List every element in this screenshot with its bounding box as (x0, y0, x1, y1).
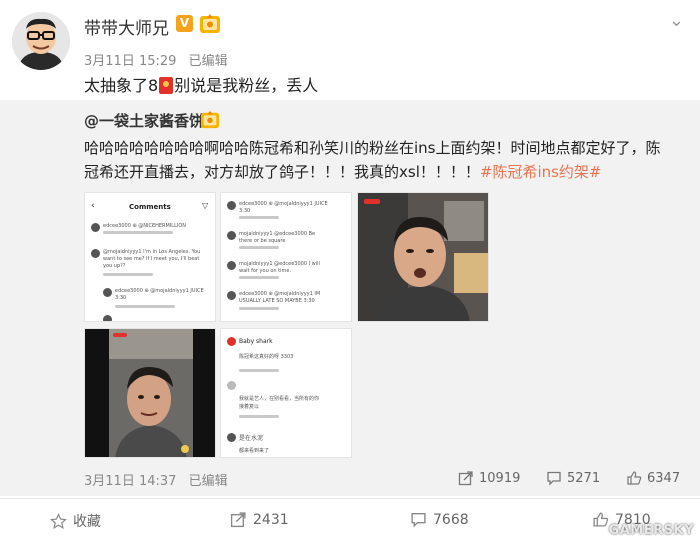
repost-edited: 已编辑 (188, 474, 228, 489)
like-count-button[interactable]: 6347 (626, 470, 680, 486)
repost-count-button[interactable]: 10919 (458, 470, 520, 486)
post-text-part2: 别说是我粉丝，丢人 (174, 76, 319, 95)
post-meta: 3月11日 15:29 已编辑 (84, 50, 236, 69)
comment-icon (547, 471, 561, 486)
like-count: 6347 (647, 470, 681, 486)
comment-button[interactable]: 7668 (410, 511, 469, 528)
verified-icon: V (176, 15, 193, 32)
site-watermark: GAMERSKY (608, 523, 694, 538)
fan-badge-icon (200, 14, 220, 33)
thumbs-up-icon (627, 471, 642, 485)
star-icon (50, 512, 67, 529)
image-thumb-1[interactable]: ‹ Comments ▽ edcee3000 ⊕ @NICEHERMILLION… (84, 192, 216, 322)
avatar-illustration (12, 12, 70, 70)
image-thumb-3[interactable] (357, 192, 489, 322)
repost-meta: 3月11日 14:37 已编辑 (84, 470, 236, 489)
repost-footer: 3月11日 14:37 已编辑 10919 5271 6347 (0, 466, 700, 496)
comments-title: Comments (129, 203, 171, 211)
comment-action-count: 7668 (433, 511, 469, 528)
action-bar: 收藏 2431 7668 7810 GAMERSKY (0, 498, 700, 542)
reposted-card[interactable]: @一袋土家酱香饼 哈哈哈哈哈哈哈哈啊哈哈陈冠希和孙笑川的粉丝在ins上面约架！时… (0, 100, 700, 496)
comment-count-button[interactable]: 5271 (546, 470, 600, 486)
livestream-photo (358, 193, 488, 321)
livestream-photo (85, 329, 215, 457)
comment-icon (411, 512, 426, 528)
favorite-label: 收藏 (73, 514, 101, 530)
share-icon (458, 471, 473, 486)
repost-text: 哈哈哈哈哈哈哈哈啊哈哈陈冠希和孙笑川的粉丝在ins上面约架！时间地点都定好了，陈… (84, 136, 674, 184)
image-thumb-5[interactable]: Baby shark 陈冠希这真好的呀 3303 我就是艺人，在别看看，当所有的… (220, 328, 352, 458)
hashtag-link[interactable]: #陈冠希ins约架# (480, 163, 602, 181)
repost-count: 10919 (479, 470, 521, 486)
post-edited: 已编辑 (188, 54, 228, 69)
post-text: 太抽象了8 别说是我粉丝，丢人 (84, 72, 318, 96)
repost-action-count: 2431 (253, 511, 289, 528)
repost-author[interactable]: @一袋土家酱香饼 (84, 110, 204, 131)
post-header: 带带大师兄 V ⌄ 3月11日 15:29 已编辑 太抽象了8 别说是我粉丝，丢人 (0, 0, 700, 100)
fan-badge-icon (200, 110, 220, 129)
red-packet-emoji-icon (159, 77, 174, 94)
comment-count: 5271 (567, 470, 601, 486)
thumbs-up-icon (593, 512, 609, 527)
image-thumb-4[interactable] (84, 328, 216, 458)
post-date: 3月11日 15:29 (84, 54, 177, 69)
more-options-icon[interactable]: ⌄ (669, 10, 684, 31)
author-avatar[interactable] (12, 12, 70, 70)
image-thumb-2[interactable]: edcee3000 ⊕ @mojaldniyyy1 JUICE 3:30 moj… (220, 192, 352, 322)
post-text-part1: 太抽象了8 (84, 76, 159, 95)
repost-button[interactable]: 2431 (230, 511, 289, 528)
favorite-button[interactable]: 收藏 (50, 511, 101, 531)
share-icon (230, 512, 246, 528)
repost-date: 3月11日 14:37 (84, 474, 177, 489)
author-name[interactable]: 带带大师兄 (84, 14, 169, 39)
